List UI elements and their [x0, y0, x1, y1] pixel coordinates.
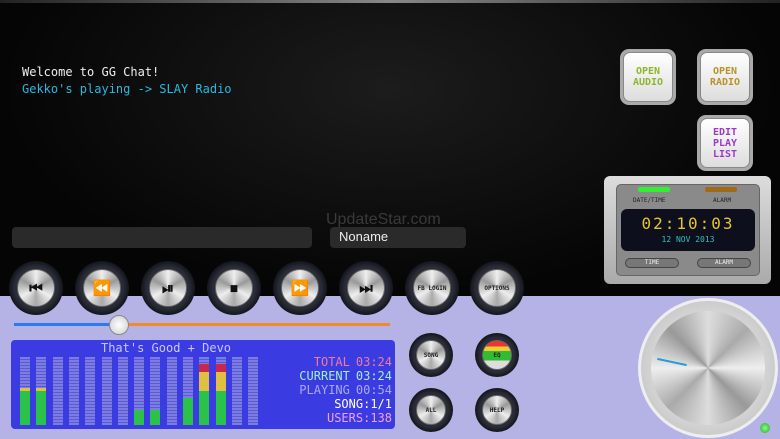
- volume-knob[interactable]: [638, 298, 778, 438]
- stat-label: USERS: [326, 411, 364, 425]
- fb-login-label: FB LOGIN: [417, 284, 447, 292]
- stat-value: 03:24: [355, 369, 392, 383]
- alarm-button[interactable]: ALARM: [697, 258, 751, 268]
- eq-bar: [150, 357, 161, 425]
- repeat-all-button[interactable]: ALL: [409, 388, 453, 432]
- eq-bar: [68, 357, 79, 425]
- stat-label: SONG: [334, 397, 364, 411]
- date-time-led: [638, 187, 670, 192]
- rewind-button[interactable]: ⏪: [75, 261, 129, 315]
- eq-bar: [215, 357, 226, 425]
- edit-playlist-label: EDIT PLAY LIST: [700, 118, 750, 168]
- stat-value: :1/1: [363, 397, 392, 411]
- eq-button[interactable]: EQ: [475, 333, 519, 377]
- stat-row: USERS:138: [299, 411, 392, 425]
- alarm-clock: DATE/TIME ALARM 02:10:03 12 NOV 2013 TIM…: [604, 176, 771, 284]
- eq-bar: [134, 357, 145, 425]
- eq-bar: [166, 357, 177, 425]
- eq-bar: [183, 357, 193, 425]
- eq-bar-segment: [36, 387, 47, 391]
- clock-face: DATE/TIME ALARM 02:10:03 12 NOV 2013 TIM…: [616, 184, 760, 276]
- play-pause-icon: ⏯: [161, 279, 174, 297]
- help-label: HELP: [489, 406, 505, 414]
- previous-track-icon: ⏮: [29, 279, 43, 297]
- open-audio-button[interactable]: OPEN AUDIO: [620, 49, 676, 105]
- eq-bar: [248, 357, 259, 425]
- fast-forward-button[interactable]: ⏩: [273, 261, 327, 315]
- eq-bar: [85, 357, 96, 425]
- chat-message-input[interactable]: [12, 227, 312, 248]
- eq-bar-segment: [20, 387, 30, 391]
- help-button[interactable]: HELP: [475, 388, 519, 432]
- eq-bar-segment: [183, 397, 193, 425]
- open-radio-button[interactable]: OPEN RADIO: [697, 49, 753, 105]
- clock-time: 02:10:03: [641, 214, 735, 233]
- top-divider: [0, 0, 780, 3]
- open-audio-label: OPEN AUDIO: [623, 52, 673, 102]
- seek-progress: [14, 323, 120, 326]
- eq-bar: [117, 357, 128, 425]
- knob-face: [651, 311, 765, 425]
- stop-button[interactable]: ⏹: [207, 261, 261, 315]
- time-button[interactable]: TIME: [625, 258, 679, 268]
- song-repeat-button[interactable]: SONG: [409, 333, 453, 377]
- chat-log: Welcome to GG Chat! Gekko's playing -> S…: [22, 64, 232, 98]
- eq-bar: [101, 357, 112, 425]
- eq-bar-segment: [199, 371, 210, 391]
- stat-row: CURRENT 03:24: [299, 369, 392, 383]
- fast-forward-icon: ⏩: [290, 279, 310, 297]
- stat-label: PLAYING: [299, 383, 350, 397]
- next-track-button[interactable]: ⏭: [339, 261, 393, 315]
- all-label: ALL: [425, 406, 437, 414]
- alarm-label: ALARM: [713, 197, 732, 204]
- stop-icon: ⏹: [230, 279, 238, 297]
- eq-bar: [52, 357, 63, 425]
- eq-bar: [231, 357, 242, 425]
- playback-stats: TOTAL 03:24 CURRENT 03:24 PLAYING 00:54 SONG:1…: [299, 355, 392, 425]
- alarm-led: [705, 187, 737, 192]
- clock-lcd: 02:10:03 12 NOV 2013: [621, 209, 755, 251]
- edit-playlist-button[interactable]: EDIT PLAY LIST: [697, 115, 753, 171]
- fb-login-button[interactable]: FB LOGIN: [405, 261, 459, 315]
- status-led: [760, 423, 770, 433]
- stat-label: CURRENT: [299, 369, 350, 383]
- eq-bar-segment: [134, 410, 145, 425]
- stat-value: 03:24: [355, 355, 392, 369]
- stat-value: :138: [363, 411, 392, 425]
- eq-bar: [199, 357, 210, 425]
- username-input[interactable]: Noname: [330, 227, 466, 248]
- stat-label: TOTAL: [313, 355, 350, 369]
- previous-track-button[interactable]: ⏮: [9, 261, 63, 315]
- eq-bar-segment: [199, 363, 210, 372]
- clock-date: 12 NOV 2013: [661, 235, 715, 244]
- eq-bar-segment: [20, 391, 30, 425]
- rewind-icon: ⏪: [92, 279, 112, 297]
- chat-line: Welcome to GG Chat!: [22, 65, 160, 79]
- eq-bar-segment: [215, 391, 226, 425]
- play-pause-button[interactable]: ⏯: [141, 261, 195, 315]
- next-track-icon: ⏭: [359, 279, 373, 297]
- eq-bar-segment: [215, 371, 226, 391]
- stat-row: SONG:1/1: [299, 397, 392, 411]
- eq-bar: [36, 357, 47, 425]
- now-playing-display: That's Good + Devo TOTAL 03:24 CURRENT 03:2…: [11, 340, 395, 429]
- chat-line: Gekko's playing -> SLAY Radio: [22, 82, 232, 96]
- eq-bar-segment: [215, 363, 226, 372]
- seek-slider[interactable]: [14, 315, 390, 335]
- stat-row: PLAYING 00:54: [299, 383, 392, 397]
- eq-label: EQ: [493, 351, 501, 359]
- song-title: That's Good + Devo: [100, 341, 232, 355]
- eq-bar-segment: [150, 410, 161, 425]
- stat-row: TOTAL 03:24: [299, 355, 392, 369]
- song-label: SONG: [423, 351, 439, 359]
- stat-value: 00:54: [355, 383, 392, 397]
- eq-bar-segment: [36, 391, 47, 425]
- options-button[interactable]: OPTIONS: [470, 261, 524, 315]
- eq-bar: [20, 357, 30, 425]
- open-radio-label: OPEN RADIO: [700, 52, 750, 102]
- date-time-label: DATE/TIME: [633, 197, 666, 204]
- eq-bar-segment: [199, 391, 210, 425]
- options-label: OPTIONS: [484, 284, 510, 292]
